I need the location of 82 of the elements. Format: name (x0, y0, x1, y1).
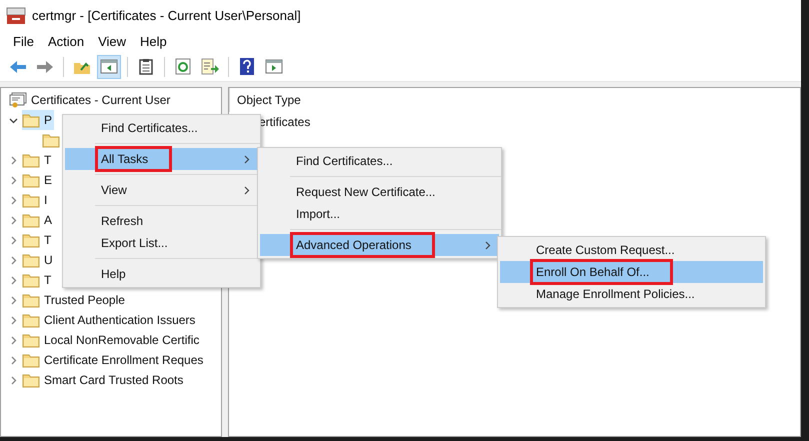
expand-chevron-icon[interactable] (9, 336, 18, 344)
column-header[interactable]: Object Type (229, 88, 800, 112)
folder-icon (22, 272, 40, 288)
menu-item[interactable]: Find Certificates... (65, 117, 258, 139)
tree-item-label[interactable]: A (44, 211, 52, 229)
tree-item-label[interactable]: Smart Card Trusted Roots (44, 371, 184, 389)
refresh-icon (175, 58, 191, 75)
folder-icon (22, 212, 40, 228)
tree-item-label[interactable]: U (44, 251, 53, 269)
menu-item-label: View (100, 182, 128, 199)
menu-item[interactable]: View (65, 179, 258, 201)
tree-item-label[interactable]: Certificate Enrollment Reques (44, 351, 204, 369)
folder-icon (22, 252, 40, 268)
help-icon (240, 58, 254, 75)
toolbar-button[interactable] (97, 54, 121, 78)
tree-item-label[interactable]: Local NonRemovable Certific (44, 331, 200, 349)
certificate-icon (9, 92, 27, 108)
tree-item-label[interactable]: T (44, 271, 52, 289)
menu-bar-item[interactable]: View (91, 32, 134, 52)
menu-item[interactable]: All Tasks (65, 148, 258, 170)
expand-chevron-icon[interactable] (9, 376, 18, 384)
folder-icon (42, 132, 60, 148)
tree-item-label[interactable]: P (44, 111, 52, 129)
forward-arrow-icon (36, 60, 54, 74)
folder-icon (22, 112, 40, 128)
menu-item-label: Export List... (100, 235, 169, 252)
menu-item[interactable]: Request New Certificate... (260, 181, 499, 203)
selected-tree-item[interactable]: P (22, 110, 54, 130)
tree-root-label[interactable]: Certificates - Current User (31, 91, 170, 109)
expand-chevron-icon[interactable] (9, 256, 18, 264)
folder-icon (22, 312, 40, 328)
menu-item[interactable]: Enroll On Behalf Of... (500, 261, 763, 283)
expand-chevron-icon[interactable] (9, 176, 18, 184)
folder-icon (22, 232, 40, 248)
tree-pane-icon (100, 59, 118, 74)
menu-item-label: Request New Certificate... (295, 184, 436, 201)
folder-icon (22, 292, 40, 308)
folder-icon (22, 332, 40, 348)
tree-item-label[interactable]: Trusted People (44, 291, 125, 309)
tree-item-label[interactable]: T (44, 231, 52, 249)
expand-chevron-icon[interactable] (9, 156, 18, 164)
folder-icon (22, 352, 40, 368)
clipboard-icon (139, 58, 153, 75)
action-pane-icon (265, 59, 283, 74)
tree-item-label[interactable]: I (44, 191, 48, 209)
expand-chevron-icon[interactable] (9, 276, 18, 284)
menu-item[interactable]: Help (65, 263, 258, 285)
menu-item[interactable]: Export List... (65, 232, 258, 254)
menu-bar-item[interactable]: File (6, 32, 41, 52)
menu-item[interactable]: Import... (260, 203, 499, 225)
expand-chevron-icon[interactable] (9, 316, 18, 324)
tree-item-label[interactable]: T (44, 151, 52, 169)
menu-item[interactable]: Create Custom Request... (500, 239, 763, 261)
menu-item-label: Find Certificates... (100, 120, 199, 137)
menu-item-label: Create Custom Request... (535, 242, 676, 259)
tree-item-label[interactable]: E (44, 171, 52, 189)
menu-item-label: Help (100, 266, 127, 283)
menu-bar-item[interactable]: Action (40, 32, 92, 52)
expand-chevron-icon[interactable] (9, 236, 18, 244)
menu-item[interactable]: Manage Enrollment Policies... (500, 283, 763, 305)
collapse-chevron-icon[interactable] (9, 116, 18, 124)
back-arrow-icon (9, 60, 27, 74)
expand-chevron-icon[interactable] (9, 216, 18, 224)
menu-item[interactable]: Refresh (65, 210, 258, 232)
menu-item-label: Manage Enrollment Policies... (535, 286, 696, 303)
folder-icon (22, 192, 40, 208)
expand-chevron-icon[interactable] (9, 196, 18, 204)
window-title: certmgr - [Certificates - Current User\Personal] (32, 7, 301, 26)
folder-icon (22, 372, 40, 388)
folder-icon (22, 152, 40, 168)
menu-item-label: Find Certificates... (295, 153, 394, 170)
app-icon (6, 7, 26, 25)
folder-icon (22, 172, 40, 188)
tree-item-label[interactable]: Client Authentication Issuers (44, 311, 196, 329)
menu-item[interactable]: Find Certificates... (260, 150, 499, 172)
menu-bar-item[interactable]: Help (133, 32, 174, 52)
expand-chevron-icon[interactable] (9, 296, 18, 304)
menu-item-label: Import... (295, 206, 342, 223)
menu-item-label: Refresh (100, 213, 144, 230)
export-icon (201, 58, 219, 75)
expand-chevron-icon[interactable] (9, 356, 18, 364)
menu-item[interactable]: Advanced Operations (260, 234, 499, 256)
